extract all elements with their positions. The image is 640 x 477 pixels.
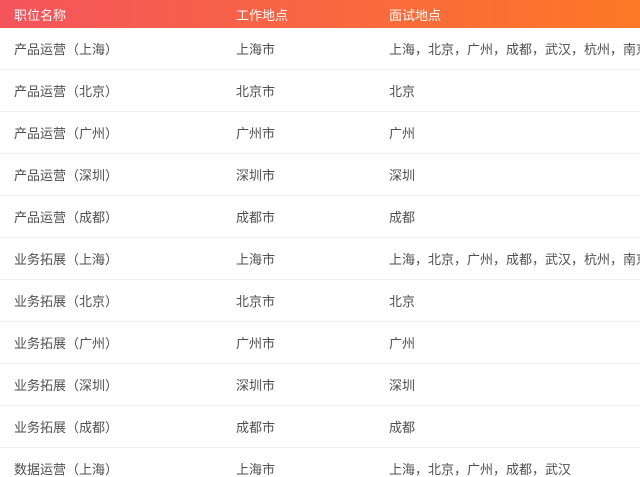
table-row: 业务拓展（上海） 上海市 上海，北京，广州，成都，武汉，杭州，南京 [0,238,640,280]
cell-interview-location: 深圳 [389,378,416,393]
cell-work-location: 上海市 [236,42,276,57]
table-row: 产品运营（上海） 上海市 上海，北京，广州，成都，武汉，杭州，南京 [0,28,640,70]
cell-interview-location: 广州 [389,336,416,351]
cell-position-name: 业务拓展（广州） [14,336,119,351]
cell-interview-location: 深圳 [389,168,416,183]
cell-interview-location: 上海，北京，广州，成都，武汉，杭州，南京 [389,42,640,57]
cell-work-location: 深圳市 [236,378,276,393]
cell-work-location: 成都市 [236,420,276,435]
header-cell-interview-location: 面试地点 [389,7,442,23]
cell-interview-location: 北京 [389,294,416,309]
table-row: 业务拓展（成都） 成都市 成都 [0,406,640,448]
header-cell-work-location: 工作地点 [236,7,289,23]
cell-work-location: 北京市 [236,294,276,309]
table-row: 数据运营（上海） 上海市 上海，北京，广州，成都，武汉 [0,448,640,477]
cell-work-location: 成都市 [236,210,276,225]
cell-position-name: 产品运营（深圳） [14,168,119,183]
cell-position-name: 数据运营（上海） [14,462,119,477]
table-row: 业务拓展（广州） 广州市 广州 [0,322,640,364]
cell-interview-location: 成都 [389,420,416,435]
cell-position-name: 业务拓展（深圳） [14,378,119,393]
table-row: 业务拓展（深圳） 深圳市 深圳 [0,364,640,406]
table-row: 产品运营（深圳） 深圳市 深圳 [0,154,640,196]
cell-interview-location: 成都 [389,210,416,225]
cell-work-location: 广州市 [236,336,276,351]
jobs-table: 职位名称 工作地点 面试地点 产品运营（上海） 上海市 上海，北京，广州，成都，… [0,0,640,477]
cell-work-location: 上海市 [236,462,276,477]
cell-position-name: 产品运营（成都） [14,210,119,225]
cell-interview-location: 上海，北京，广州，成都，武汉 [389,462,572,477]
table-header: 职位名称 工作地点 面试地点 [0,0,640,28]
cell-position-name: 产品运营（上海） [14,42,119,57]
table-row: 产品运营（成都） 成都市 成都 [0,196,640,238]
cell-position-name: 产品运营（广州） [14,126,119,141]
cell-interview-location: 北京 [389,84,416,99]
cell-position-name: 业务拓展（上海） [14,252,119,267]
table-row: 产品运营（广州） 广州市 广州 [0,112,640,154]
table-row: 产品运营（北京） 北京市 北京 [0,70,640,112]
cell-work-location: 北京市 [236,84,276,99]
cell-work-location: 上海市 [236,252,276,267]
table-row: 业务拓展（北京） 北京市 北京 [0,280,640,322]
cell-interview-location: 上海，北京，广州，成都，武汉，杭州，南京 [389,252,640,267]
cell-position-name: 产品运营（北京） [14,84,119,99]
cell-position-name: 业务拓展（北京） [14,294,119,309]
header-cell-position-name: 职位名称 [14,7,67,23]
cell-position-name: 业务拓展（成都） [14,420,119,435]
cell-interview-location: 广州 [389,126,416,141]
cell-work-location: 广州市 [236,126,276,141]
cell-work-location: 深圳市 [236,168,276,183]
